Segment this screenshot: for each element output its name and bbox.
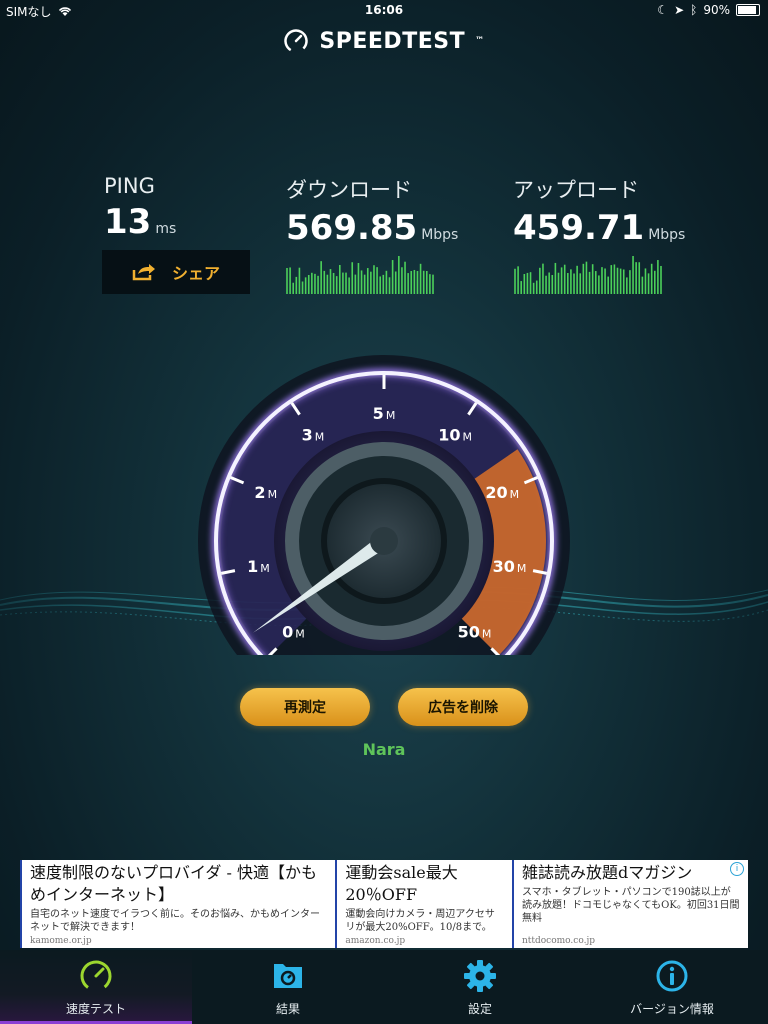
- ad-banner[interactable]: 速度制限のないプロバイダ - 快適【かもめインターネット】 自宅のネット速度でイ…: [20, 860, 748, 948]
- ad-description: スマホ・タブレット・パソコンで190誌以上が読み放題！ドコモじゃなくてもOK。初…: [521, 887, 740, 924]
- ad-title[interactable]: 雑誌読み放題dマガジン: [522, 862, 740, 884]
- download-unit: Mbps: [421, 227, 459, 243]
- upload-unit: Mbps: [648, 227, 686, 243]
- share-label: シェア: [171, 264, 220, 283]
- location-icon: ➤: [674, 3, 685, 17]
- download-value-row: 569.85 Mbps: [286, 208, 458, 248]
- tab-version-info[interactable]: バージョン情報: [576, 950, 768, 1024]
- upload-value: 459.71: [513, 208, 645, 248]
- moon-icon: ☾: [657, 3, 669, 17]
- download-value: 569.85: [286, 208, 418, 248]
- server-location: Nara: [362, 740, 406, 759]
- share-icon: [132, 264, 155, 281]
- ad-item-2[interactable]: 運動会sale最大20％OFF 運動会向けカメラ・周辺アクセサリが最大20%OF…: [335, 860, 512, 948]
- results-icon: [274, 963, 302, 988]
- share-button[interactable]: シェア: [102, 250, 250, 294]
- tab-label: 速度テスト: [65, 1001, 126, 1016]
- bluetooth-icon: ᛒ: [690, 3, 698, 17]
- status-bar: SIMなし 16:06 ☾ ➤ ᛒ 90%: [0, 0, 768, 22]
- tab-label: バージョン情報: [630, 1001, 714, 1016]
- ad-url: kamome.or.jp: [30, 936, 92, 946]
- tab-settings[interactable]: 設定: [384, 950, 576, 1024]
- ping-value-row: 13 ms: [104, 202, 176, 242]
- ping-metric: PING 13 ms: [104, 174, 176, 242]
- ping-label: PING: [104, 174, 155, 198]
- tab-results[interactable]: 結果: [192, 950, 384, 1024]
- ad-description: 運動会向けカメラ・周辺アクセサリが最大20%OFF。10/8まで。: [345, 909, 495, 933]
- upload-label: アップロード: [513, 178, 639, 202]
- battery-icon: [736, 4, 760, 16]
- trademark: ™: [475, 36, 485, 46]
- download-label: ダウンロード: [286, 178, 412, 202]
- ad-info-icon[interactable]: i: [730, 862, 744, 876]
- tab-label: 設定: [467, 1001, 492, 1016]
- ad-item-1[interactable]: 速度制限のないプロバイダ - 快適【かもめインターネット】 自宅のネット速度でイ…: [20, 860, 335, 948]
- info-icon: [656, 960, 688, 991]
- ad-title[interactable]: 速度制限のないプロバイダ - 快適【かもめインターネット】: [30, 862, 327, 906]
- speedtest-logo-icon: [284, 29, 309, 53]
- tab-label: 結果: [275, 1001, 300, 1016]
- ad-url: nttdocomo.co.jp: [521, 936, 595, 946]
- ping-unit: ms: [155, 221, 177, 237]
- ping-value: 13: [104, 202, 152, 242]
- ad-title[interactable]: 運動会sale最大20％OFF: [345, 862, 504, 906]
- ad-item-3[interactable]: 雑誌読み放題dマガジン スマホ・タブレット・パソコンで190誌以上が読み放題！ド…: [511, 860, 748, 948]
- battery-percent: 90%: [703, 3, 730, 17]
- speed-gauge: 0 M1 M2 M3 M5 M10 M20 M30 M50 M: [198, 355, 570, 655]
- tab-speed-test[interactable]: 速度テスト: [0, 950, 192, 1024]
- app-logo: SPEEDTEST ™: [0, 28, 768, 54]
- gear-icon: [464, 959, 496, 992]
- status-time: 16:06: [364, 3, 404, 17]
- upload-metric: アップロード 459.71 Mbps: [513, 174, 685, 248]
- retest-button[interactable]: 再測定: [240, 688, 370, 726]
- upload-value-row: 459.71 Mbps: [513, 208, 685, 248]
- download-metric: ダウンロード 569.85 Mbps: [286, 174, 458, 248]
- app-title: SPEEDTEST: [319, 28, 466, 54]
- download-sparkline: [286, 256, 434, 294]
- tab-bar: 速度テスト 結果 設定 バージョン情報: [0, 950, 768, 1024]
- ad-description: 自宅のネット速度でイラつく前に。そのお悩み、かもめインターネットで解決できます！: [30, 909, 320, 933]
- speedometer-icon: [80, 960, 112, 991]
- remove-ads-button[interactable]: 広告を削除: [398, 688, 528, 726]
- gauge-needle-cap: [370, 527, 398, 555]
- ad-url: amazon.co.jp: [345, 936, 406, 946]
- upload-sparkline: [514, 256, 662, 294]
